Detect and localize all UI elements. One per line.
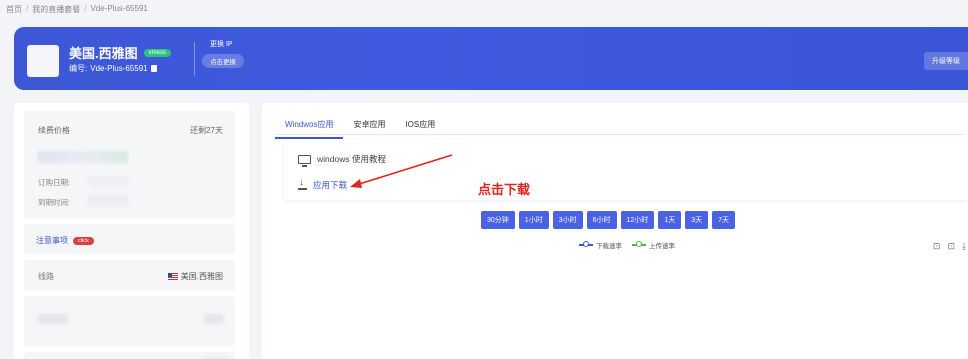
upgrade-button[interactable]: 升级等级 (924, 52, 968, 70)
plan-code: 编号: Vde-Plus-65591 (69, 63, 157, 74)
download-link-text: 应用下载 (313, 180, 348, 190)
plan-info-panel: 续费价格 还剩27天 订购日期: 到期时间: 注意事项 click 线路 美国.… (14, 103, 249, 359)
copy-icon[interactable] (150, 65, 157, 72)
plan-avatar (27, 45, 59, 77)
page: 首页 / 我的直播套餐 / Vde-Plus-65591 美国.西雅图 vmes… (0, 0, 968, 359)
banner-divider (194, 42, 195, 76)
plan-banner: 美国.西雅图 vmess 编号: Vde-Plus-65591 更换 IP 点击… (14, 27, 968, 90)
ip-change-button[interactable]: 点击更换 (202, 54, 244, 68)
download-icon (298, 177, 307, 190)
restore-icon[interactable]: ⊡ (947, 241, 955, 252)
zoom-icon[interactable]: ⊡ (933, 241, 941, 252)
breadcrumb: 首页 / 我的直播套餐 / Vde-Plus-65591 (6, 4, 148, 15)
redacted-expire-date (88, 195, 128, 207)
annotation-text: 点击下载 (478, 182, 531, 197)
app-tabs: Windwos应用 安卓应用 IOS应用 (275, 116, 445, 139)
line-location: 美国.西雅图 (167, 271, 223, 282)
period-button[interactable]: 3天 (685, 211, 709, 229)
notice-badge: click (73, 236, 94, 245)
redacted-purchase-date (88, 176, 128, 186)
period-button[interactable]: 30分钟 (481, 211, 515, 229)
app-panel: Windwos应用 安卓应用 IOS应用 windows 使用教程 应用下载 点… (262, 103, 968, 359)
legend-download-label: 下载速率 (596, 243, 622, 250)
legend-upload-marker (632, 242, 646, 247)
period-button[interactable]: 3小时 (552, 211, 583, 229)
redacted-price (38, 151, 128, 163)
remaining-days: 还剩27天 (190, 126, 223, 135)
breadcrumb-current: Vde-Plus-65591 (90, 4, 148, 13)
protocol-tag: vmess (143, 48, 171, 57)
plan-code-value: Vde-Plus-65591 (90, 64, 148, 73)
plan-title-text: 美国.西雅图 (69, 46, 138, 61)
legend-download[interactable]: 下载速率 (579, 240, 622, 250)
ip-change-label: 更换 IP (210, 41, 233, 48)
redacted-card (24, 296, 235, 346)
chart-toolbox: ⊡ ⊡ ⤓ (933, 241, 966, 252)
period-button[interactable]: 7天 (712, 211, 736, 229)
period-button[interactable]: 6小时 (586, 211, 617, 229)
redacted-value (204, 314, 224, 324)
notice-link[interactable]: 注意事项 click (36, 235, 94, 246)
redacted-label (38, 314, 68, 324)
breadcrumb-plans[interactable]: 我的直播套餐 (32, 4, 80, 15)
legend-upload-label: 上传速率 (649, 243, 675, 250)
period-button[interactable]: 1天 (658, 211, 682, 229)
line-location-text: 美国.西雅图 (180, 272, 223, 281)
save-image-icon[interactable]: ⤓ (962, 241, 966, 252)
legend-upload[interactable]: 上传速率 (632, 240, 675, 250)
monitor-icon (298, 154, 311, 167)
chart-legend: 下载速率 上传速率 (579, 240, 675, 250)
us-flag-icon (167, 273, 178, 280)
tab-windows[interactable]: Windwos应用 (275, 116, 344, 139)
legend-download-marker (579, 242, 593, 247)
plan-code-label: 编号: (69, 64, 88, 73)
traffic-card: 流量 (24, 352, 235, 359)
period-selector: 30分钟 1小时 3小时 6小时 12小时 1天 3天 7天 (481, 211, 736, 229)
download-box: windows 使用教程 应用下载 点击下载 (284, 139, 968, 200)
breadcrumb-separator: / (84, 4, 87, 13)
breadcrumb-separator: / (26, 4, 29, 13)
period-button[interactable]: 1小时 (518, 211, 549, 229)
tutorial-link[interactable]: windows 使用教程 (298, 153, 386, 167)
line-card: 线路 美国.西雅图 (24, 260, 235, 291)
line-label: 线路 (38, 272, 54, 281)
notice-card[interactable]: 注意事项 click (24, 224, 235, 254)
period-button[interactable]: 12小时 (620, 211, 655, 229)
plan-title: 美国.西雅图 vmess (69, 43, 171, 62)
breadcrumb-home[interactable]: 首页 (6, 4, 22, 15)
purchase-date-label: 订购日期: (38, 178, 71, 187)
tab-ios[interactable]: IOS应用 (395, 116, 445, 139)
renew-price-label: 续费价格 (38, 126, 70, 135)
renew-card: 续费价格 还剩27天 订购日期: 到期时间: (24, 111, 235, 218)
tab-divider (275, 134, 965, 135)
tutorial-link-text: windows 使用教程 (317, 154, 386, 164)
annotation-arrow (350, 154, 453, 188)
download-link[interactable]: 应用下载 (298, 177, 348, 191)
expire-date-label: 到期时间: (38, 198, 71, 207)
tab-android[interactable]: 安卓应用 (343, 116, 395, 139)
notice-label: 注意事项 (36, 236, 68, 245)
